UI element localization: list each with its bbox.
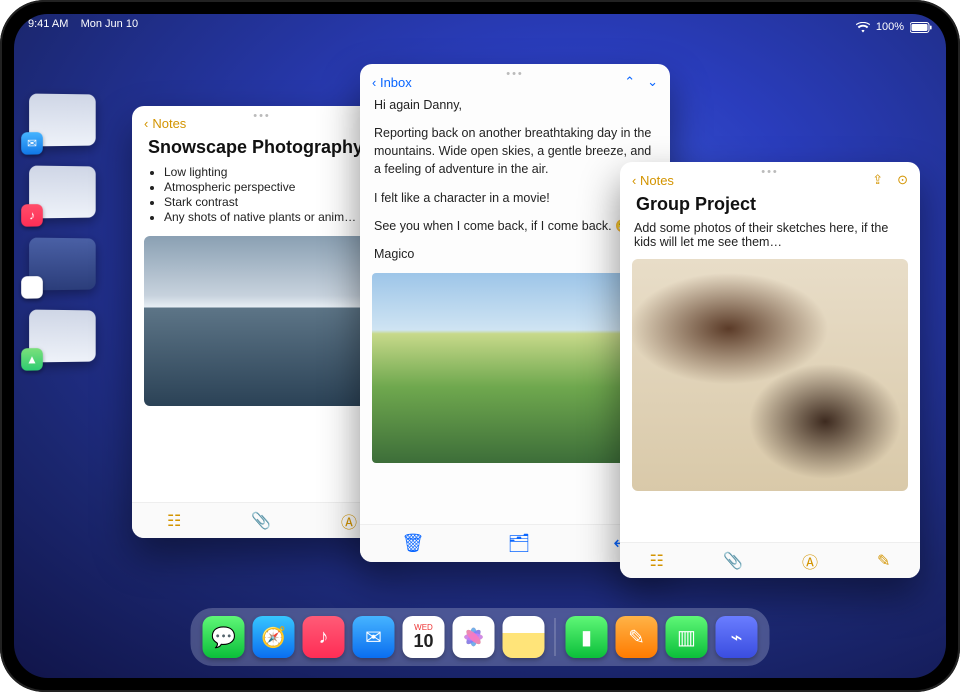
notes-toolbar: ☷ 📎 Ⓐ xyxy=(132,502,392,538)
maps-app-icon: ▲ xyxy=(21,348,43,371)
mail-app-icon[interactable]: ✉︎ xyxy=(353,616,395,658)
status-bar: 9:41 AM Mon Jun 10 100% xyxy=(14,14,946,36)
notes-back-button[interactable]: Notes xyxy=(152,116,186,131)
markup-icon[interactable]: Ⓐ xyxy=(802,549,818,573)
stage-thumb-files[interactable]: ▤ xyxy=(29,238,96,291)
attachment-icon[interactable]: 📎 xyxy=(723,551,743,571)
status-time: 9:41 AM xyxy=(28,18,68,30)
mail-line: Magico xyxy=(374,245,656,263)
window-handle-icon[interactable]: ••• xyxy=(761,166,779,178)
mail-back-button[interactable]: Inbox xyxy=(380,75,412,90)
calendar-day: 10 xyxy=(413,632,433,650)
notes-back-button[interactable]: Notes xyxy=(640,173,674,188)
screen: 9:41 AM Mon Jun 10 100% ✉︎ ♪ ▤ ▲ xyxy=(14,14,946,678)
files-app-icon: ▤ xyxy=(21,276,43,299)
notes-window-snowscape[interactable]: ••• ‹ Notes Snowscape Photography Low li… xyxy=(132,106,392,538)
battery-icon xyxy=(910,21,932,33)
shortcuts-app-icon[interactable]: ⌁ xyxy=(716,616,758,658)
chevron-left-icon[interactable]: ‹ xyxy=(632,173,636,188)
wifi-icon xyxy=(856,21,870,33)
notes-window-group-project[interactable]: ••• ‹ Notes ⇪ ⊙ Group Project Add some p… xyxy=(620,162,920,578)
messages-app-icon[interactable]: 💬 xyxy=(203,616,245,658)
calendar-app-icon[interactable]: WED 10 xyxy=(403,616,445,658)
list-item: Atmospheric perspective xyxy=(164,180,376,194)
mail-image xyxy=(372,273,658,463)
list-item: Any shots of native plants or anim… xyxy=(164,210,376,224)
list-item: Low lighting xyxy=(164,165,376,179)
chevron-left-icon[interactable]: ‹ xyxy=(372,75,376,90)
compose-icon[interactable]: ✎ xyxy=(877,551,890,571)
pages-app-icon[interactable]: ✎ xyxy=(616,616,658,658)
stage-thumb-music[interactable]: ♪ xyxy=(29,166,96,219)
music-app-icon[interactable]: ♪ xyxy=(303,616,345,658)
mail-line: I felt like a character in a movie! xyxy=(374,189,656,207)
trash-icon[interactable]: 🗑 xyxy=(402,533,425,554)
dock: 💬 🧭 ♪ ✉︎ WED 10 ▮ ✎ ▥ ⌁ xyxy=(191,608,770,666)
mail-app-icon: ✉︎ xyxy=(21,132,43,155)
music-app-icon: ♪ xyxy=(21,204,43,227)
photos-app-icon[interactable] xyxy=(453,616,495,658)
note-title: Group Project xyxy=(620,192,920,221)
stage-thumb-mail[interactable]: ✉︎ xyxy=(29,94,96,147)
ipad-frame: 9:41 AM Mon Jun 10 100% ✉︎ ♪ ▤ ▲ xyxy=(0,0,960,692)
note-subtitle: Add some photos of their sketches here, … xyxy=(620,221,920,255)
note-title: Snowscape Photography xyxy=(132,135,392,164)
list-item: Stark contrast xyxy=(164,195,376,209)
share-icon[interactable]: ⇪ xyxy=(872,172,883,188)
mail-line: Hi again Danny, xyxy=(374,96,656,114)
window-handle-icon[interactable]: ••• xyxy=(506,68,524,80)
notes-app-icon[interactable] xyxy=(503,616,545,658)
note-image xyxy=(144,236,380,406)
more-icon[interactable]: ⊙ xyxy=(897,172,908,188)
checklist-icon[interactable]: ☷ xyxy=(167,511,181,531)
markup-icon[interactable]: Ⓐ xyxy=(341,509,357,533)
chevron-left-icon[interactable]: ‹ xyxy=(144,116,148,131)
folder-icon[interactable]: 🗂 xyxy=(507,533,530,554)
note-image xyxy=(632,259,908,491)
safari-app-icon[interactable]: 🧭 xyxy=(253,616,295,658)
attachment-icon[interactable]: 📎 xyxy=(251,511,271,531)
note-body: Low lighting Atmospheric perspective Sta… xyxy=(132,165,392,224)
checklist-icon[interactable]: ☷ xyxy=(650,551,664,571)
chevron-up-icon[interactable]: ⌃ xyxy=(624,74,635,90)
stage-manager-strip: ✉︎ ♪ ▤ ▲ xyxy=(28,94,106,362)
mail-line: See you when I come back, if I come back… xyxy=(374,217,656,235)
dock-separator xyxy=(555,618,556,656)
chevron-down-icon[interactable]: ⌄ xyxy=(647,74,658,90)
facetime-app-icon[interactable]: ▮ xyxy=(566,616,608,658)
notes-toolbar: ☷ 📎 Ⓐ ✎ xyxy=(620,542,920,578)
stage-thumb-maps[interactable]: ▲ xyxy=(29,310,96,363)
status-date: Mon Jun 10 xyxy=(81,18,138,30)
numbers-app-icon[interactable]: ▥ xyxy=(666,616,708,658)
battery-percent: 100% xyxy=(876,21,904,33)
mail-line: Reporting back on another breathtaking d… xyxy=(374,124,656,178)
window-handle-icon[interactable]: ••• xyxy=(253,110,271,122)
